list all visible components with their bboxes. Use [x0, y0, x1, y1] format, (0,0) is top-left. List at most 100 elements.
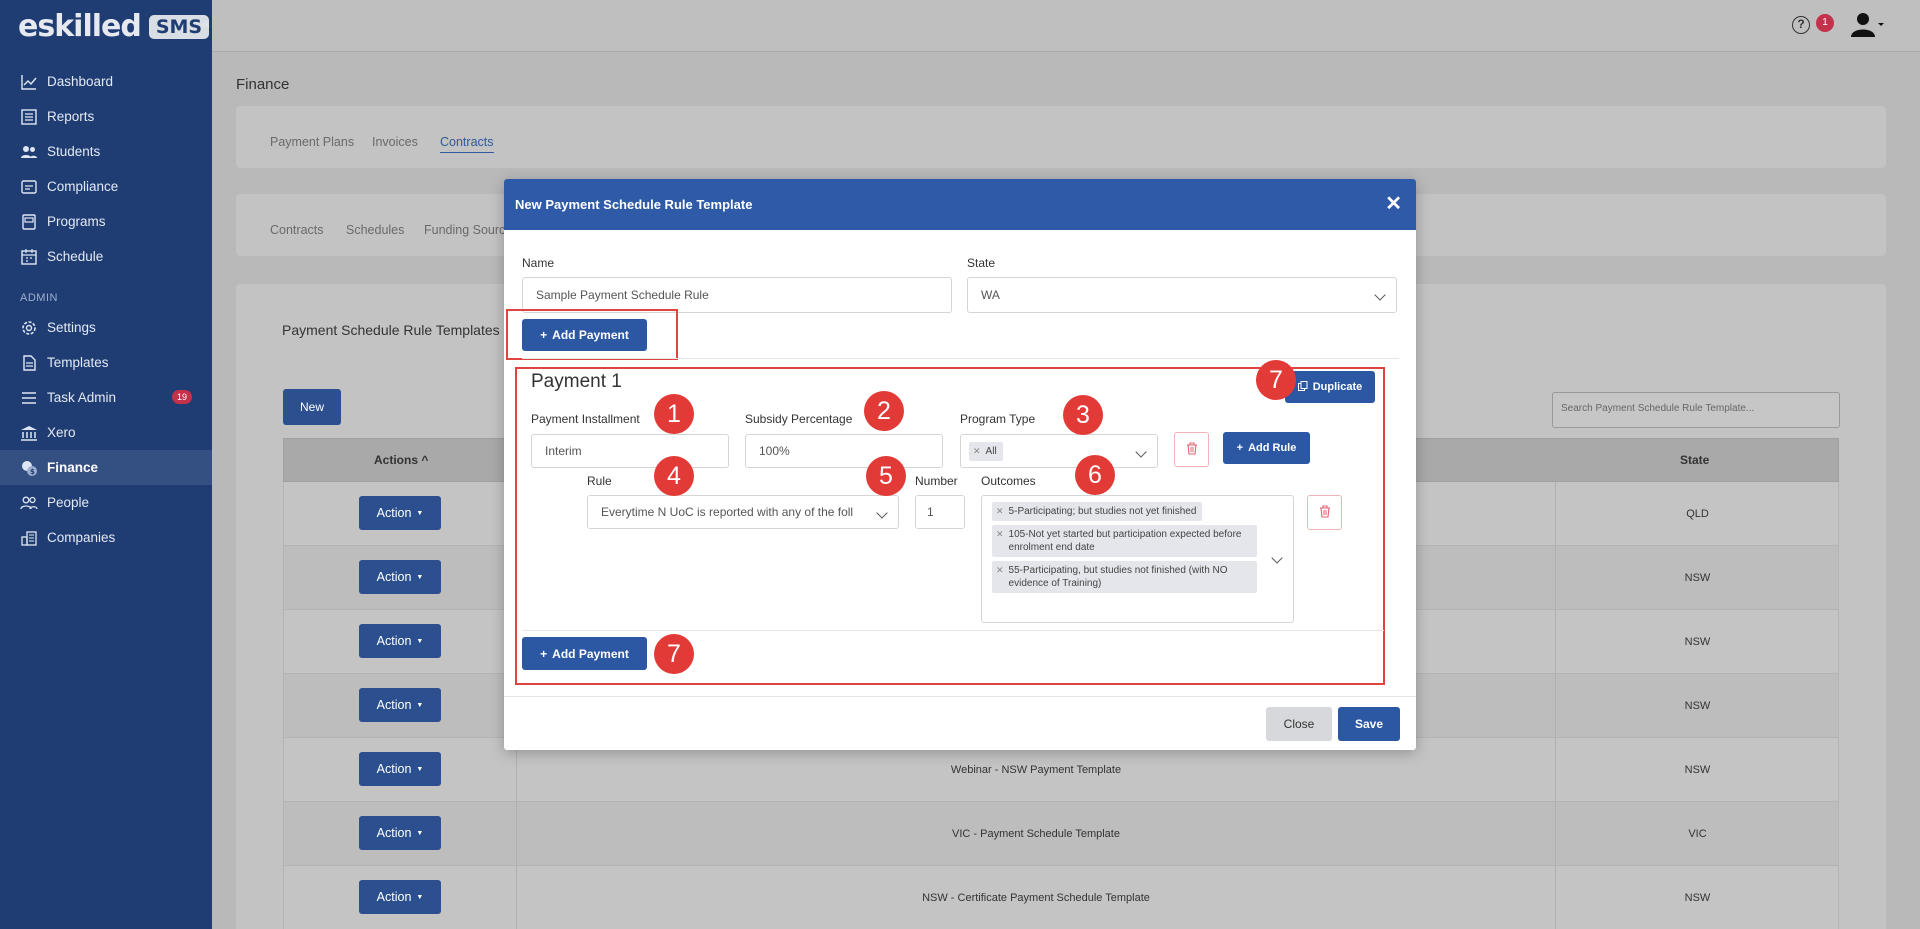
- add-rule-button[interactable]: + Add Rule: [1223, 432, 1310, 464]
- new-button[interactable]: New: [283, 389, 341, 425]
- help-icon[interactable]: ?: [1792, 16, 1810, 34]
- sidebar-item-label: Reports: [47, 109, 95, 124]
- close-button[interactable]: Close: [1266, 707, 1332, 741]
- logo[interactable]: eskilled SMS: [18, 9, 210, 44]
- remove-tag-icon[interactable]: ✕: [996, 528, 1004, 541]
- save-button[interactable]: Save: [1338, 707, 1400, 741]
- plus-icon: +: [540, 646, 548, 661]
- rule-select-value: Everytime N UoC is reported with any of …: [601, 505, 854, 519]
- sidebar-item-people[interactable]: People: [0, 485, 212, 520]
- state-cell: QLD: [1686, 508, 1709, 520]
- state-select-value: WA: [981, 288, 1000, 302]
- notification-badge: 1: [1816, 14, 1834, 32]
- sidebar-item-xero[interactable]: Xero: [0, 415, 212, 450]
- logo-badge: SMS: [148, 14, 210, 39]
- add-payment-button-top[interactable]: + Add Payment: [522, 319, 647, 351]
- search-input[interactable]: Search Payment Schedule Rule Template...: [1552, 392, 1840, 428]
- divider: [522, 630, 1384, 631]
- outcomes-select[interactable]: ✕ 5-Participating; but studies not yet fi…: [981, 495, 1294, 623]
- user-avatar-icon[interactable]: [1850, 10, 1884, 40]
- duplicate-button[interactable]: Duplicate: [1285, 371, 1375, 403]
- action-button[interactable]: Action ▼: [359, 816, 441, 850]
- table-row: Action ▼ NSW - Certificate Payment Schedu…: [283, 866, 1839, 929]
- tab-payment-plans[interactable]: Payment Plans: [270, 135, 354, 149]
- subtab-funding-source[interactable]: Funding Source: [424, 223, 512, 237]
- action-button[interactable]: Action ▼: [359, 752, 441, 786]
- sidebar-item-compliance[interactable]: Compliance: [0, 169, 212, 204]
- outcome-tag[interactable]: ✕ 55-Participating, but studies not finis…: [992, 561, 1257, 593]
- modal-title: New Payment Schedule Rule Template: [515, 197, 753, 212]
- remove-tag-icon[interactable]: ✕: [973, 445, 981, 458]
- state-cell: NSW: [1684, 764, 1711, 776]
- action-button[interactable]: Action ▼: [359, 880, 441, 914]
- annotation-marker-7-bottom: 7: [654, 634, 694, 674]
- sidebar-item-label: Settings: [47, 320, 96, 335]
- sidebar-item-label: Programs: [47, 214, 106, 229]
- sidebar-item-label: Finance: [47, 460, 99, 475]
- rule-select[interactable]: Everytime N UoC is reported with any of …: [587, 495, 899, 529]
- sidebar-item-reports[interactable]: Reports: [0, 99, 212, 134]
- installment-field[interactable]: Interim: [531, 434, 729, 468]
- action-button[interactable]: Action ▼: [359, 688, 441, 722]
- companies-icon: [20, 529, 38, 547]
- program-type-tag[interactable]: ✕ All: [969, 441, 1003, 461]
- sidebar-item-templates[interactable]: Templates: [0, 345, 212, 380]
- state-cell: NSW: [1684, 700, 1711, 712]
- sidebar-item-dashboard[interactable]: Dashboard: [0, 64, 212, 99]
- outcome-tag[interactable]: ✕ 105-Not yet started but participation e…: [992, 525, 1257, 557]
- card-title: Payment Schedule Rule Templates: [282, 322, 500, 338]
- sidebar-item-settings[interactable]: Settings: [0, 310, 212, 345]
- users-icon: [20, 143, 38, 161]
- name-label: Name: [522, 256, 555, 270]
- outcome-tag[interactable]: ✕ 5-Participating; but studies not yet fi…: [992, 502, 1203, 521]
- payment-heading: Payment 1: [531, 371, 622, 392]
- sidebar: eskilled SMS « Dashboard Reports Student…: [0, 0, 212, 929]
- state-label: State: [967, 256, 996, 270]
- name-field[interactable]: Sample Payment Schedule Rule: [522, 277, 952, 313]
- number-field[interactable]: 1: [915, 495, 965, 529]
- sidebar-item-students[interactable]: Students: [0, 134, 212, 169]
- collapse-sidebar-icon[interactable]: «: [202, 15, 210, 31]
- tab-contracts[interactable]: Contracts: [440, 135, 494, 153]
- action-button[interactable]: Action ▼: [359, 560, 441, 594]
- top-bar: ? 1: [212, 0, 1920, 52]
- sidebar-item-programs[interactable]: Programs: [0, 204, 212, 239]
- trash-icon: [1186, 441, 1198, 458]
- gear-icon: [20, 319, 38, 337]
- templates-icon: [20, 354, 38, 372]
- close-icon[interactable]: ✕: [1385, 191, 1402, 216]
- remove-tag-icon[interactable]: ✕: [996, 505, 1004, 518]
- table-row: Action ▼ VIC - Payment Schedule Template …: [283, 802, 1839, 866]
- svg-text:$: $: [30, 468, 35, 476]
- col-state-header[interactable]: State: [1680, 453, 1709, 467]
- state-select[interactable]: WA: [967, 277, 1397, 313]
- action-button[interactable]: Action ▼: [359, 624, 441, 658]
- program-type-select[interactable]: ✕ All: [960, 434, 1158, 468]
- programs-icon: [20, 213, 38, 231]
- sidebar-item-finance[interactable]: $ Finance: [0, 450, 212, 485]
- chevron-down-icon: [1374, 289, 1386, 301]
- annotation-marker-2: 2: [864, 391, 904, 431]
- sidebar-item-task-admin[interactable]: Task Admin 19: [0, 380, 212, 415]
- action-button[interactable]: Action ▼: [359, 496, 441, 530]
- sidebar-item-label: Compliance: [47, 179, 119, 194]
- plus-icon: +: [540, 328, 548, 342]
- sidebar-item-schedule[interactable]: Schedule: [0, 239, 212, 274]
- tab-invoices[interactable]: Invoices: [372, 135, 418, 149]
- remove-tag-icon[interactable]: ✕: [996, 564, 1004, 577]
- finance-icon: $: [20, 459, 38, 477]
- outcomes-label: Outcomes: [981, 474, 1036, 488]
- template-name-cell: VIC - Payment Schedule Template: [516, 802, 1556, 866]
- delete-rule-button[interactable]: [1307, 495, 1342, 530]
- delete-program-type-button[interactable]: [1174, 432, 1209, 467]
- state-cell: NSW: [1684, 636, 1711, 648]
- sidebar-item-companies[interactable]: Companies: [0, 520, 212, 555]
- col-actions-header[interactable]: Actions ^: [374, 453, 428, 467]
- subsidy-field[interactable]: 100%: [745, 434, 943, 468]
- subtab-contracts[interactable]: Contracts: [270, 223, 324, 237]
- add-payment-button-bottom[interactable]: + Add Payment: [522, 637, 647, 670]
- footer-divider: [504, 696, 1416, 697]
- subtab-schedules[interactable]: Schedules: [346, 223, 404, 237]
- installment-label: Payment Installment: [531, 412, 640, 426]
- annotation-marker-1: 1: [654, 394, 694, 434]
